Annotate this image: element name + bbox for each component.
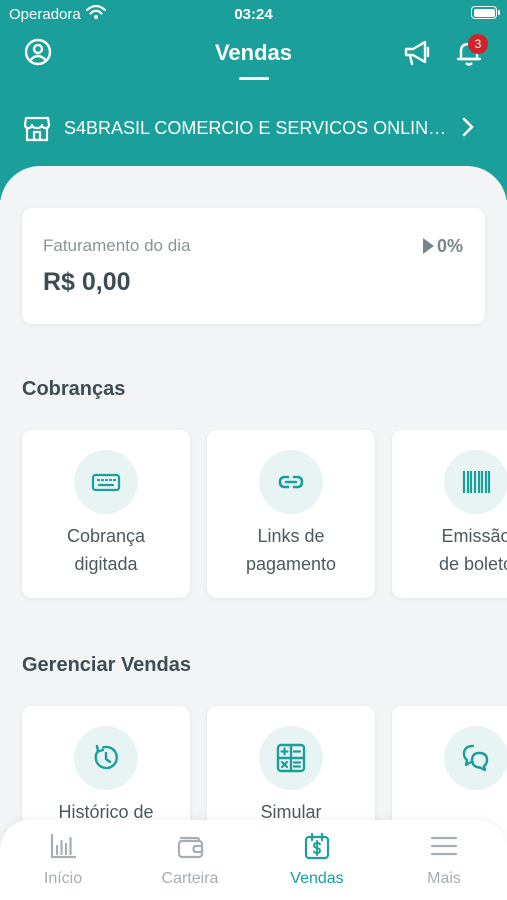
battery-icon [471,6,500,19]
tab-label: Início [43,870,83,887]
tab-carteira[interactable]: Carteira [127,820,253,900]
chart-icon [50,833,77,859]
tile-icon-circle [444,726,507,790]
tile-links-de-pagamento[interactable]: Links de pagamento [207,430,375,598]
store-icon [23,116,51,142]
tab-inicio[interactable]: Início [0,820,126,900]
tile-icon-circle [259,726,323,790]
notifications-button[interactable]: 3 [454,34,488,70]
store-name: S4BRASIL COMERCIO E SERVICOS ONLINE E... [64,118,454,138]
tab-label: Vendas [290,870,344,887]
tile-label: Cobrança digitada [66,526,146,574]
menu-icon [430,836,458,856]
link-icon [278,475,304,489]
bottom-tab-bar: Início Carteira Vendas Mais [0,820,507,900]
barcode-icon [462,471,491,493]
tile-emissao-de-boleto[interactable]: Emissão de boleto [392,430,507,598]
status-bar: Operadora 03:24 [0,0,507,28]
notification-badge: 3 [468,34,488,54]
tile-icon-circle [74,450,138,514]
megaphone-icon[interactable] [402,39,432,67]
revenue-trend: 0% [436,236,463,256]
title-underline [239,77,269,80]
chat-icon [462,744,489,772]
tab-vendas[interactable]: Vendas [254,820,380,900]
tile-cobranca-digitada[interactable]: Cobrança digitada [22,430,190,598]
tile-icon-circle [74,726,138,790]
tab-mais[interactable]: Mais [381,820,507,900]
nav-bar: Vendas 3 [0,30,507,80]
tab-label: Mais [427,870,461,887]
chevron-right-icon [462,117,474,137]
sales-calendar-icon [304,832,330,860]
section-title-gerenciar-vendas: Gerenciar Vendas [22,654,191,676]
calculator-icon [276,743,306,773]
revenue-label: Faturamento do dia [43,236,191,255]
store-selector[interactable]: S4BRASIL COMERCIO E SERVICOS ONLINE E... [0,108,507,148]
tile-icon-circle [444,450,507,514]
wallet-icon [177,836,204,859]
trend-arrow-icon [423,238,434,254]
keyboard-icon [91,473,121,492]
section-title-cobrancas: Cobranças [22,378,126,400]
tile-icon-circle [259,450,323,514]
revenue-value: R$ 0,00 [43,268,131,296]
content-sheet: Faturamento do dia R$ 0,00 0% Cobranças … [0,166,507,900]
status-time: 03:24 [234,6,273,23]
tab-label: Carteira [161,870,219,887]
revenue-card[interactable]: Faturamento do dia R$ 0,00 0% [22,208,485,324]
history-icon [94,744,118,770]
tile-label: Emissão de boleto [438,526,507,574]
tile-label: Links de pagamento [245,526,337,574]
